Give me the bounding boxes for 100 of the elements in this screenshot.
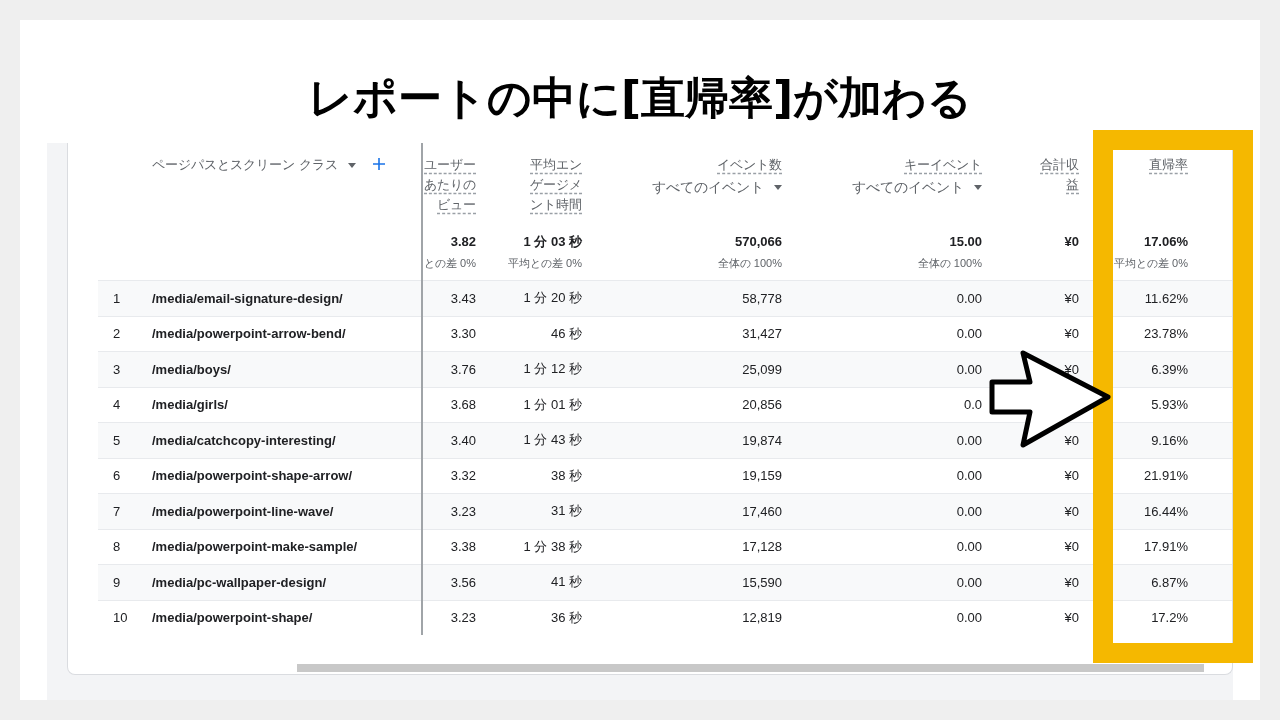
- column-header[interactable]: 平均エンゲージメント時間: [530, 155, 582, 215]
- table-cell-text: 0.00: [955, 610, 983, 626]
- table-cell-text: 5.93%: [1150, 397, 1189, 413]
- table-cell-text: 36 秒: [549, 608, 583, 627]
- table-cell-text: 17.2%: [1150, 610, 1189, 626]
- total-value: 17.06%: [1143, 234, 1188, 250]
- table-cell-text: 46 秒: [549, 324, 583, 343]
- table-cell-text: ¥0: [1063, 574, 1080, 590]
- total-value: 15.00: [949, 234, 982, 250]
- table-cell-text: 19,159: [741, 468, 783, 484]
- total-value: ¥0: [1064, 234, 1079, 250]
- total-note: 全体の 100%: [717, 256, 782, 270]
- total-value: 570,066: [735, 234, 782, 250]
- table-cell-text: 12,819: [741, 610, 783, 626]
- total-note: 平均との差 0%: [508, 256, 582, 270]
- table-cell-text: 3.40: [449, 432, 477, 448]
- page-path: /media/powerpoint-shape/: [151, 610, 314, 626]
- row-number: 1: [112, 290, 122, 306]
- caret-icon[interactable]: [347, 163, 356, 168]
- page-path: /media/boys/: [151, 361, 232, 377]
- row-number: 6: [112, 468, 122, 484]
- total-note: 平均との差 0%: [1114, 256, 1188, 270]
- table-cell-text: ¥0: [1063, 361, 1080, 377]
- table-cell-text: ¥0: [1063, 539, 1080, 555]
- column-header[interactable]: ユーザーあたりのビュー: [424, 155, 476, 215]
- table-cell-text: ¥0: [1063, 503, 1080, 519]
- row-number: 9: [112, 574, 122, 590]
- table-cell-text: 31 秒: [549, 502, 583, 521]
- dimension-header[interactable]: ページパスとスクリーン クラス: [152, 155, 338, 175]
- page-path: /media/girls/: [151, 397, 229, 413]
- column-header[interactable]: イベント数: [717, 155, 782, 175]
- table-cell-text: 0.00: [955, 574, 983, 590]
- table-cell-text: 0.00: [955, 361, 983, 377]
- table-cell-text: 17,460: [741, 503, 783, 519]
- table-cell-text: 17.91%: [1142, 539, 1189, 555]
- table-cell-text: 1 分 01 秒: [522, 395, 583, 414]
- page-path: /media/powerpoint-arrow-bend/: [151, 326, 347, 342]
- table-cell-text: 1 分 38 秒: [522, 537, 583, 556]
- table-cell-text: 0.00: [955, 468, 983, 484]
- table-cell-text: 1 分 20 秒: [522, 289, 583, 308]
- total-note: 全体の 100%: [917, 256, 982, 270]
- event-selector[interactable]: すべてのイベント: [652, 177, 782, 197]
- slide-title: レポートの中に[直帰率]が加わる: [306, 71, 974, 125]
- table-cell-text: 17,128: [741, 539, 783, 555]
- row-number: 7: [112, 503, 122, 519]
- table-cell-text: 0.00: [955, 326, 983, 342]
- add-icon[interactable]: [371, 157, 386, 171]
- column-header[interactable]: キーイベント: [904, 155, 982, 175]
- row-number: 8: [112, 539, 122, 555]
- row-number: 2: [112, 326, 122, 342]
- table-cell-text: 58,778: [741, 290, 783, 306]
- table-cell-text: ¥0: [1063, 290, 1080, 306]
- column-header[interactable]: 合計収益: [1040, 155, 1079, 195]
- scrollbar[interactable]: [297, 664, 1204, 672]
- column-header[interactable]: 直帰率: [1149, 155, 1188, 175]
- table-cell-text: 6.39%: [1150, 361, 1189, 377]
- row-number: 5: [112, 432, 122, 448]
- page-path: /media/powerpoint-line-wave/: [151, 503, 335, 519]
- page-path: /media/catchcopy-interesting/: [151, 432, 337, 448]
- row-number: 3: [112, 361, 122, 377]
- table-cell-text: 3.68: [449, 397, 477, 413]
- table-cell-text: ¥0: [1063, 326, 1080, 342]
- table-cell-text: 3.23: [449, 503, 477, 519]
- table-cell-text: 11.62%: [1143, 290, 1189, 306]
- table-cell-text: 1 分 43 秒: [522, 431, 583, 450]
- table-cell-text: 3.30: [449, 326, 477, 342]
- table-cell-text: ¥0: [1063, 610, 1080, 626]
- table-cell-text: 25,099: [741, 361, 783, 377]
- event-selector[interactable]: すべてのイベント: [852, 177, 982, 197]
- table-cell-text: ¥0: [1063, 468, 1080, 484]
- table-cell-text: 20,856: [741, 397, 783, 413]
- table-cell-text: 3.43: [449, 290, 477, 306]
- table-cell-text: 31,427: [741, 326, 783, 342]
- table-cell-text: 16.44%: [1142, 503, 1189, 519]
- total-note: との差 0%: [424, 256, 476, 270]
- table-cell-text: 15,590: [741, 574, 783, 590]
- page-path: /media/powerpoint-shape-arrow/: [151, 468, 354, 484]
- table-cell-text: 3.76: [449, 361, 477, 377]
- table-cell-text: 0.00: [955, 503, 983, 519]
- row-number: 10: [112, 610, 129, 626]
- table-cell-text: 9.16%: [1150, 432, 1189, 448]
- caret-icon: [974, 184, 982, 190]
- table-cell-text: 38 秒: [549, 466, 583, 485]
- table-cell-text: 3.38: [449, 539, 477, 555]
- table-cell-text: 6.87%: [1150, 574, 1189, 590]
- page-path: /media/powerpoint-make-sample/: [151, 539, 359, 555]
- table-cell-text: 3.23: [449, 610, 477, 626]
- table-cell-text: ¥0: [1063, 432, 1080, 448]
- table-cell-text: 0.00: [955, 432, 983, 448]
- table-cell-text: 0.00: [955, 539, 983, 555]
- table-cell-text: 0.0: [962, 397, 983, 413]
- table-cell-text: 3.56: [449, 574, 477, 590]
- table-cell-text: 41 秒: [549, 573, 583, 592]
- table-cell-text: 23.78%: [1142, 326, 1189, 342]
- total-value: 3.82: [450, 234, 476, 250]
- table-cell-text: 0.00: [955, 290, 983, 306]
- table-cell-text: 21.91%: [1142, 468, 1189, 484]
- total-value: 1 分 03 秒: [523, 234, 582, 250]
- page-path: /media/pc-wallpaper-design/: [151, 574, 328, 590]
- table-cell-text: 1 分 12 秒: [522, 360, 583, 379]
